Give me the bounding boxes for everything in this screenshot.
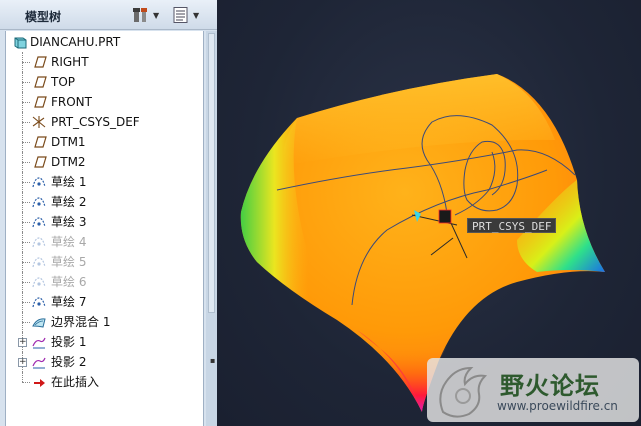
tree-connector [22, 302, 30, 303]
tree-connector [22, 82, 30, 83]
tree-item-草绘-5[interactable]: 草绘 5 [6, 252, 203, 272]
model-tree-panel: 模型树 ▼ ▼ DIANCAHU.PRT RIGHT TOP FRONT PRT… [0, 0, 217, 426]
tree-item-label: 草绘 6 [51, 275, 87, 289]
chevron-down-icon: ▼ [193, 10, 200, 20]
tree-connector [22, 102, 30, 103]
projection-icon [32, 357, 46, 369]
chevron-down-icon: ▼ [153, 10, 160, 20]
datum-plane-icon [34, 96, 47, 108]
datum-plane-icon [34, 56, 47, 68]
watermark: 野火论坛 www.proewildfire.cn [427, 358, 639, 422]
tree-item-投影-1[interactable]: + 投影 1 [6, 332, 203, 352]
graphics-viewport[interactable]: PRT_CSYS_DEF 野火论坛 www.proewildfire.cn [217, 0, 641, 426]
tree-item-草绘-4[interactable]: 草绘 4 [6, 232, 203, 252]
tree-item-草绘-1[interactable]: 草绘 1 [6, 172, 203, 192]
datum-plane-icon [34, 156, 47, 168]
tree-connector [22, 282, 30, 283]
datum-plane-icon [34, 136, 47, 148]
tree-item-right[interactable]: RIGHT [6, 52, 203, 72]
csys-label-tag: PRT_CSYS_DEF [467, 218, 557, 233]
boundary-blend-icon [32, 318, 46, 328]
sketch-icon [32, 257, 46, 268]
tree-item-label: 投影 2 [51, 355, 87, 369]
tree-item-prt_csys_def[interactable]: PRT_CSYS_DEF [6, 112, 203, 132]
sketch-icon [32, 217, 46, 228]
tree-connector [22, 382, 30, 383]
sketch-icon [32, 197, 46, 208]
coordinate-system-icon [32, 116, 46, 128]
tree-connector [22, 262, 30, 263]
scrollbar-thumb[interactable] [208, 33, 215, 313]
expand-toggle-icon[interactable]: + [18, 338, 27, 347]
tree-item-label: DTM1 [51, 135, 86, 149]
tree-item-top[interactable]: TOP [6, 72, 203, 92]
expand-toggle-icon[interactable]: + [18, 358, 27, 367]
panel-sash-icon[interactable]: ▪ [210, 356, 215, 365]
tree-item-在此插入[interactable]: 在此插入 [6, 372, 203, 392]
projection-icon [32, 337, 46, 349]
tree-item-label: TOP [51, 75, 76, 89]
tree-root-item[interactable]: DIANCAHU.PRT [6, 32, 203, 52]
sketch-icon [32, 177, 46, 188]
sketch-icon [32, 297, 46, 308]
tree-item-dtm1[interactable]: DTM1 [6, 132, 203, 152]
model-tree: DIANCAHU.PRT RIGHT TOP FRONT PRT_CSYS_DEF DT… [5, 31, 204, 426]
watermark-url: www.proewildfire.cn [497, 399, 618, 413]
tree-connector [22, 62, 30, 63]
tree-item-label: 草绘 3 [51, 215, 87, 229]
tree-connector [22, 372, 23, 382]
tree-item-边界混合-1[interactable]: 边界混合 1 [6, 312, 203, 332]
datum-plane-icon [34, 76, 47, 88]
tree-root-label: DIANCAHU.PRT [30, 35, 121, 49]
tree-item-label: 草绘 1 [51, 175, 87, 189]
model-tree-header: 模型树 ▼ ▼ [0, 0, 217, 30]
tree-item-label: 在此插入 [51, 375, 100, 389]
tree-connector [22, 122, 30, 123]
tree-connector [22, 202, 30, 203]
tree-item-草绘-3[interactable]: 草绘 3 [6, 212, 203, 232]
tree-settings-icon [133, 8, 147, 22]
sketch-icon [32, 277, 46, 288]
tree-item-label: 草绘 4 [51, 235, 87, 249]
tree-item-label: 草绘 7 [51, 295, 87, 309]
tree-item-front[interactable]: FRONT [6, 92, 203, 112]
insert-here-arrow-icon [34, 379, 45, 387]
tree-item-label: FRONT [51, 95, 92, 109]
tree-item-label: 草绘 5 [51, 255, 87, 269]
tree-connector [22, 162, 30, 163]
tree-item-label: RIGHT [51, 55, 89, 69]
tree-item-label: DTM2 [51, 155, 86, 169]
tree-item-label: 投影 1 [51, 335, 87, 349]
tree-item-投影-2[interactable]: + 投影 2 [6, 352, 203, 372]
tree-connector [22, 142, 30, 143]
tree-item-草绘-2[interactable]: 草绘 2 [6, 192, 203, 212]
model-tree-title: 模型树 [25, 10, 62, 24]
tree-filter-icon [173, 7, 188, 23]
part-icon [14, 37, 27, 49]
tree-item-label: 草绘 2 [51, 195, 87, 209]
tree-item-label: PRT_CSYS_DEF [51, 115, 140, 129]
flame-logo-icon [439, 366, 488, 418]
watermark-title: 野火论坛 [500, 372, 600, 400]
tree-item-草绘-6[interactable]: 草绘 6 [6, 272, 203, 292]
tree-item-草绘-7[interactable]: 草绘 7 [6, 292, 203, 312]
tree-connector [22, 242, 30, 243]
sketch-icon [32, 237, 46, 248]
tree-connector [22, 222, 30, 223]
tree-settings-button[interactable]: ▼ [132, 5, 159, 25]
tree-connector [22, 182, 30, 183]
tree-connector [22, 322, 30, 323]
tree-scrollbar[interactable]: ▪ [206, 31, 217, 426]
tree-filter-button[interactable]: ▼ [172, 5, 199, 25]
tree-item-label: 边界混合 1 [51, 315, 111, 329]
tree-item-dtm2[interactable]: DTM2 [6, 152, 203, 172]
